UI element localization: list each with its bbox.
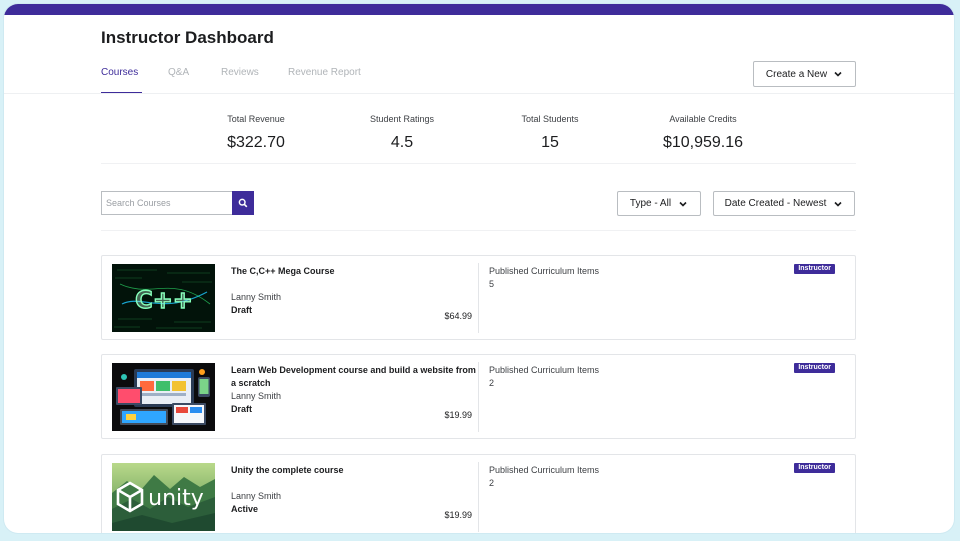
- create-new-button[interactable]: Create a New: [753, 61, 856, 87]
- course-status: Active: [231, 504, 259, 514]
- stat-value: $322.70: [227, 134, 285, 151]
- stat-label: Available Credits: [669, 114, 737, 124]
- svg-text:C++: C++: [135, 286, 193, 314]
- stat-student-ratings: Student Ratings 4.5: [322, 104, 482, 152]
- curriculum-count: 2: [489, 478, 495, 488]
- stat-label: Total Students: [521, 114, 579, 124]
- curriculum-count: 5: [489, 279, 495, 289]
- tab-courses[interactable]: Courses: [101, 67, 143, 94]
- tab-revenue-report[interactable]: Revenue Report: [288, 67, 361, 93]
- sort-label: Date Created - Newest: [724, 198, 827, 209]
- course-status: Draft: [231, 305, 253, 315]
- stat-value: 4.5: [390, 134, 414, 151]
- stats-panel: Total Revenue $322.70 Student Ratings 4.…: [101, 104, 856, 164]
- course-status: Draft: [231, 404, 253, 414]
- curriculum-label: Published Curriculum Items: [489, 266, 600, 276]
- card-divider: [478, 263, 479, 333]
- sort-dropdown[interactable]: Date Created - Newest: [713, 191, 855, 216]
- create-new-label: Create a New: [765, 68, 828, 80]
- stat-available-credits: Available Credits $10,959.16: [623, 104, 783, 152]
- course-author: Lanny Smith: [231, 292, 282, 302]
- curriculum-label: Published Curriculum Items: [489, 365, 600, 375]
- cpp-thumbnail-icon: C++ C++: [112, 264, 215, 332]
- stat-total-students: Total Students 15: [470, 104, 630, 152]
- chevron-down-icon: [679, 201, 687, 207]
- instructor-badge: Instructor: [794, 463, 835, 473]
- type-filter-label: Type - All: [629, 198, 672, 209]
- stat-label: Total Revenue: [227, 114, 285, 124]
- course-price: $64.99: [444, 311, 472, 321]
- chevron-down-icon: [834, 71, 842, 77]
- course-price: $19.99: [444, 410, 472, 420]
- unity-thumbnail-icon: unity: [112, 463, 215, 531]
- stat-value: $10,959.16: [662, 134, 744, 151]
- brand-top-bar: [4, 4, 954, 15]
- curriculum-count: 2: [489, 378, 495, 388]
- search-input[interactable]: [101, 191, 232, 215]
- stat-total-revenue: Total Revenue $322.70: [176, 104, 336, 152]
- tab-qa[interactable]: Q&A: [168, 67, 189, 93]
- card-divider: [478, 362, 479, 432]
- curriculum-label: Published Curriculum Items: [489, 465, 600, 475]
- toolbar-divider: [101, 230, 856, 231]
- course-thumbnail: C++ C++: [112, 264, 215, 332]
- instructor-badge: Instructor: [794, 363, 835, 373]
- svg-text:unity: unity: [148, 486, 204, 511]
- course-author: Lanny Smith: [231, 391, 282, 401]
- course-thumbnail: unity: [112, 463, 215, 531]
- course-card[interactable]: C++ C++ The C,C++ Mega Course Lanny Smit…: [101, 255, 856, 340]
- search-button[interactable]: [232, 191, 254, 215]
- course-card[interactable]: unity Unity the complete course Lanny Sm…: [101, 454, 856, 533]
- course-author: Lanny Smith: [231, 491, 282, 501]
- stat-label: Student Ratings: [369, 114, 435, 124]
- course-thumbnail: [112, 363, 215, 431]
- course-card[interactable]: Learn Web Development course and build a…: [101, 354, 856, 439]
- chevron-down-icon: [834, 201, 842, 207]
- page-title: Instructor Dashboard: [101, 28, 274, 47]
- course-price: $19.99: [444, 510, 472, 520]
- app-window: Instructor Dashboard Courses Q&A Reviews…: [4, 4, 954, 533]
- card-divider: [478, 462, 479, 532]
- tab-reviews[interactable]: Reviews: [221, 67, 259, 93]
- course-title[interactable]: The C,C++ Mega Course: [231, 265, 476, 278]
- instructor-badge: Instructor: [794, 264, 835, 274]
- search-icon: [238, 198, 248, 208]
- course-title[interactable]: Unity the complete course: [231, 464, 476, 477]
- type-filter-dropdown[interactable]: Type - All: [617, 191, 701, 216]
- web-devices-thumbnail-icon: [112, 363, 215, 431]
- stat-value: 15: [541, 134, 559, 151]
- course-title[interactable]: Learn Web Development course and build a…: [231, 364, 476, 390]
- header-divider: [4, 93, 954, 94]
